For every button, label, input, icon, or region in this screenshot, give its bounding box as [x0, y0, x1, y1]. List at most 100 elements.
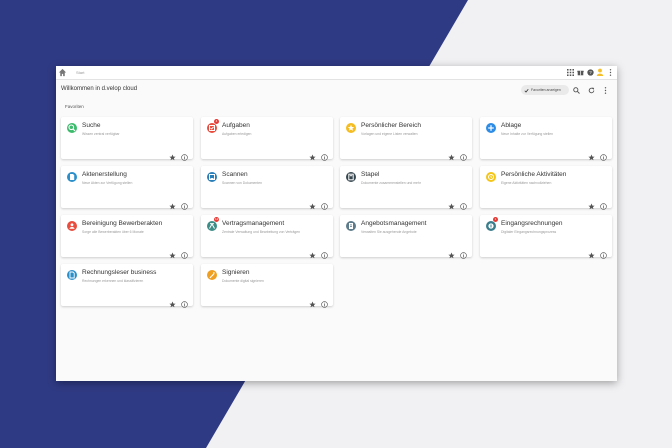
tile-title: Scannen	[222, 171, 248, 178]
info-icon[interactable]	[600, 148, 607, 161]
favorite-star-icon[interactable]	[169, 246, 176, 259]
app-window: Start ? Willkommen in d.velop cloud Favo…	[56, 66, 617, 381]
tile-angebotsmanagement[interactable]: Angebotsmanagement Verwalten Sie ausgehen…	[340, 215, 472, 259]
info-icon[interactable]	[460, 197, 467, 210]
tile-signieren[interactable]: Signieren Dokumente digital signieren	[201, 264, 333, 308]
notification-badge: 12	[214, 217, 220, 222]
tile-title: Signieren	[222, 269, 250, 276]
tile-subtitle: Scannen von Dokumenten	[222, 181, 262, 185]
top-bar: Start ?	[56, 66, 617, 80]
tile-aufgaben[interactable]: 4 Aufgaben Aufgaben erledigen	[201, 117, 333, 161]
tile-subtitle: Vorlagen und eigene Listen verwalten	[361, 132, 418, 136]
top-icons: ?	[566, 68, 614, 76]
tile-bereinigung-bewerberakten[interactable]: Bereinigung Bewerberakten Sorge alle Bewe…	[61, 215, 193, 259]
tile-rechnungsleser-business[interactable]: Rechnungsleser business Rechnungen erkenn…	[61, 264, 193, 308]
tile-subtitle: Wissen zentral verfügbar	[82, 132, 120, 136]
tile-title: Stapel	[361, 171, 380, 178]
apps-grid-icon[interactable]	[566, 68, 574, 76]
header-more-icon[interactable]	[600, 85, 610, 95]
search-icon	[67, 123, 77, 133]
favorite-star-icon[interactable]	[169, 295, 176, 308]
tile-suche[interactable]: Suche Wissen zentral verfügbar	[61, 117, 193, 161]
home-icon[interactable]	[58, 68, 67, 77]
star-icon	[346, 123, 356, 133]
favorite-star-icon[interactable]	[309, 197, 316, 210]
tile-subtitle: Digitaler Eingangsrechnungsprozess	[501, 230, 557, 234]
info-icon[interactable]	[600, 246, 607, 259]
page-header: Willkommen in d.velop cloud Favoriten an…	[56, 80, 617, 102]
user-avatar-icon[interactable]	[596, 68, 604, 76]
info-icon[interactable]	[181, 246, 188, 259]
tile-title: Eingangsrechnungen	[501, 220, 563, 227]
task-icon	[207, 123, 217, 133]
tile-title: Ablage	[501, 122, 522, 129]
favorite-star-icon[interactable]	[169, 148, 176, 161]
favorite-star-icon[interactable]	[309, 246, 316, 259]
info-icon[interactable]	[181, 148, 188, 161]
favorite-star-icon[interactable]	[588, 246, 595, 259]
tile-subtitle: Neue Inhalte zur Verfügung stellen	[501, 132, 554, 136]
page-title: Willkommen in d.velop cloud	[61, 86, 138, 92]
tile-subtitle: Dokumente zusammenstellen und mehr	[361, 181, 421, 185]
plus-icon	[486, 123, 496, 133]
favorite-star-icon[interactable]	[448, 197, 455, 210]
tile-eingangsrechnungen[interactable]: 1 Eingangsrechnungen Digitaler Eingangsrec…	[480, 215, 612, 259]
info-icon[interactable]	[460, 246, 467, 259]
notification-badge: 4	[214, 119, 219, 124]
favorite-star-icon[interactable]	[448, 246, 455, 259]
tile-title: Rechnungsleser business	[82, 269, 157, 276]
tile-subtitle: Verwalten Sie ausgehende Angebote	[361, 230, 417, 234]
tile-title: Vertragsmanagement	[222, 220, 285, 227]
tile-subtitle: Sorge alle Bewerberakten über 6 Monate	[82, 230, 144, 234]
tile-persönliche-aktivitäten[interactable]: Persönliche Aktivitäten Eigene Aktivitäte…	[480, 166, 612, 210]
info-icon[interactable]	[181, 295, 188, 308]
tile-title: Aufgaben	[222, 122, 250, 129]
tile-subtitle: Aufgaben erledigen	[222, 132, 252, 136]
info-icon[interactable]	[460, 148, 467, 161]
stack-icon	[346, 172, 356, 182]
tile-subtitle: Neue Akten zur Verfügung stellen	[82, 181, 133, 185]
info-icon[interactable]	[181, 197, 188, 210]
favorites-section-title: Favoriten	[65, 104, 84, 109]
tile-subtitle: Rechnungen erkennen und klassifizieren	[82, 279, 144, 283]
signature-icon	[207, 270, 217, 280]
tile-ablage[interactable]: Ablage Neue Inhalte zur Verfügung stellen	[480, 117, 612, 161]
tile-title: Aktenerstellung	[82, 171, 127, 178]
help-icon[interactable]: ?	[586, 68, 594, 76]
search-icon[interactable]	[571, 85, 581, 95]
gift-icon[interactable]	[576, 68, 584, 76]
tile-vertragsmanagement[interactable]: 12 Vertragsmanagement Zentrale Verwaltung …	[201, 215, 333, 259]
tile-aktenerstellung[interactable]: Aktenerstellung Neue Akten zur Verfügung …	[61, 166, 193, 210]
info-icon[interactable]	[321, 148, 328, 161]
breadcrumb[interactable]: Start	[76, 70, 84, 75]
notification-badge: 1	[493, 217, 498, 222]
tile-subtitle: Eigene Aktivitäten nachvollziehen	[501, 181, 552, 185]
favorite-star-icon[interactable]	[588, 148, 595, 161]
contract-icon	[207, 221, 217, 231]
tile-title: Angebotsmanagement	[361, 220, 427, 227]
info-icon[interactable]	[321, 197, 328, 210]
favorite-star-icon[interactable]	[588, 197, 595, 210]
tile-scannen[interactable]: Scannen Scannen von Dokumenten	[201, 166, 333, 210]
favorite-star-icon[interactable]	[309, 148, 316, 161]
tile-subtitle: Dokumente digital signieren	[222, 279, 264, 283]
tile-persönlicher-bereich[interactable]: Persönlicher Bereich Vorlagen und eigene …	[340, 117, 472, 161]
reader-icon	[67, 270, 77, 280]
tile-stapel[interactable]: Stapel Dokumente zusammenstellen und mehr	[340, 166, 472, 210]
tile-title: Persönlicher Bereich	[361, 122, 421, 129]
refresh-icon[interactable]	[586, 85, 596, 95]
person-icon	[67, 221, 77, 231]
favorite-star-icon[interactable]	[448, 148, 455, 161]
more-menu-icon[interactable]	[606, 68, 614, 76]
tile-title: Bereinigung Bewerberakten	[82, 220, 163, 227]
activity-icon	[486, 172, 496, 182]
check-icon	[524, 88, 529, 93]
favorite-star-icon[interactable]	[309, 295, 316, 308]
show-favorites-label: Favoriten anzeigen	[531, 88, 561, 92]
favorite-star-icon[interactable]	[169, 197, 176, 210]
scanner-icon	[207, 172, 217, 182]
show-favorites-button[interactable]: Favoriten anzeigen	[521, 85, 569, 95]
info-icon[interactable]	[321, 246, 328, 259]
info-icon[interactable]	[600, 197, 607, 210]
info-icon[interactable]	[321, 295, 328, 308]
